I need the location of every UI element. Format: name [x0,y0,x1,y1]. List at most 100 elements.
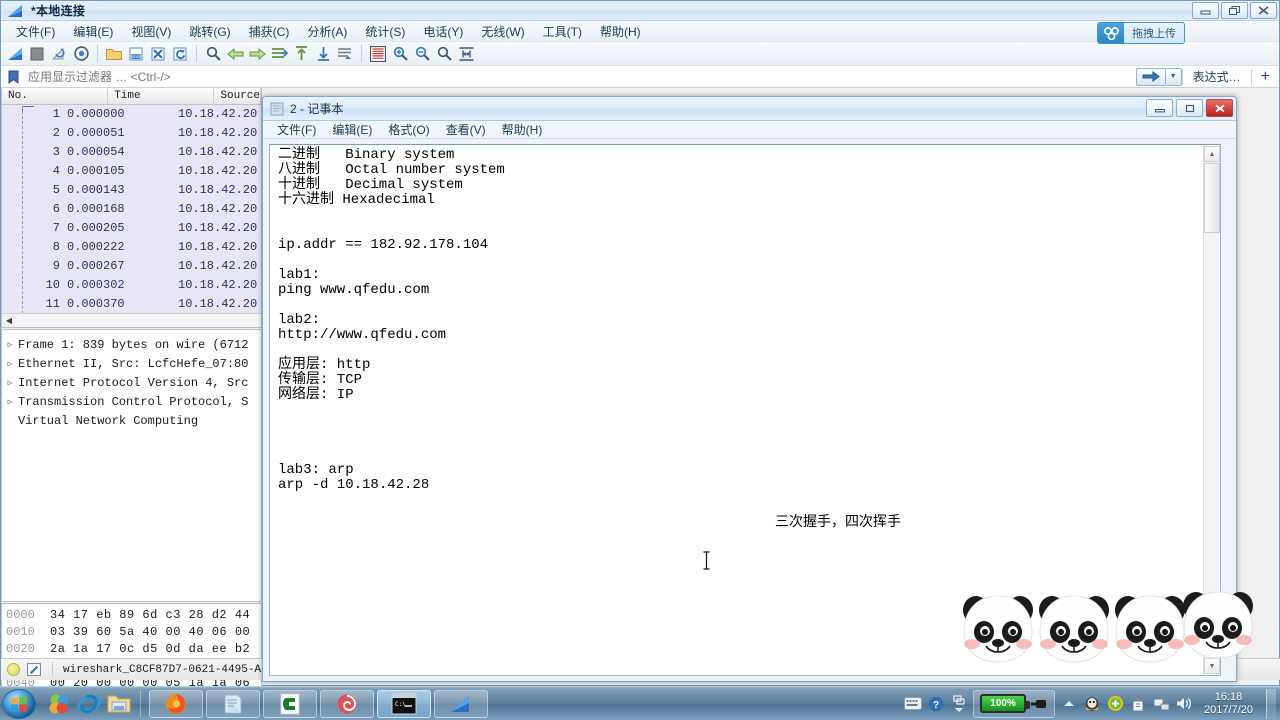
packet-detail-pane[interactable]: ▷ Frame 1: 839 bytes on wire (6712 ▷ Eth… [1,329,262,602]
table-row[interactable]: 10 0.000302 10.18.42.20 [2,276,261,295]
wireshark-filter-bar[interactable]: ▼ 表达式… + [1,66,1279,88]
auto-scroll-icon[interactable] [335,44,355,64]
taskbar-editor[interactable] [263,689,317,718]
wireshark-minimize-button[interactable] [1192,2,1219,19]
menu-statistics[interactable]: 统计(S) [356,21,414,42]
detail-tree-item[interactable]: ▷ Transmission Control Protocol, S [2,393,261,412]
filter-add-button[interactable]: + [1252,68,1279,85]
help-icon[interactable]: ? [927,695,945,713]
notepad-menubar[interactable]: 文件(F) 编辑(E) 格式(O) 查看(V) 帮助(H) [263,121,1236,139]
input-method-icon[interactable] [904,695,923,713]
show-desktop-button[interactable] [1266,688,1276,719]
taskbar-wireshark[interactable] [434,689,488,718]
menu-wireless[interactable]: 无线(W) [472,21,533,42]
filter-expression-button[interactable]: 表达式… [1183,68,1251,85]
zoom-in-icon[interactable] [390,44,410,64]
detail-tree-item[interactable]: ▷ Internet Protocol Version 4, Src [2,374,261,393]
quick-launch-bar[interactable] [46,691,132,717]
table-row[interactable]: 6 0.000168 10.18.42.20 [2,200,261,219]
expand-caret-icon[interactable]: ▷ [2,355,18,374]
scroll-left-icon[interactable]: ◀ [2,314,16,327]
menu-file[interactable]: 文件(F) [7,21,64,42]
show-desktop-icon[interactable] [46,691,72,717]
filter-apply-arrow-icon[interactable] [1135,67,1166,86]
internet-explorer-icon[interactable] [76,691,102,717]
table-row[interactable]: 7 0.000205 10.18.42.20 [2,219,261,238]
save-file-icon[interactable]: 010 [126,44,146,64]
volume-icon[interactable] [1175,695,1193,713]
go-first-packet-icon[interactable] [291,44,311,64]
scrollbar-thumb[interactable] [1204,163,1220,233]
start-capture-icon[interactable] [5,44,25,64]
wireshark-close-button[interactable] [1250,2,1277,19]
wireshark-toolbar[interactable]: 010 [1,42,1279,66]
menu-analyze[interactable]: 分析(A) [298,21,356,42]
battery-indicator[interactable]: 100% [973,689,1056,718]
table-row[interactable]: 5 0.000143 10.18.42.20 [2,181,261,200]
taskbar-terminal[interactable]: C:\ [377,689,431,718]
stop-capture-icon[interactable] [27,44,47,64]
show-hidden-icons-icon[interactable] [950,694,968,713]
file-explorer-icon[interactable] [106,691,132,717]
taskbar-media[interactable] [320,689,374,718]
capture-options-icon[interactable] [71,44,91,64]
close-file-icon[interactable] [148,44,168,64]
notepad-menu-help[interactable]: 帮助(H) [494,120,551,139]
go-last-packet-icon[interactable] [313,44,333,64]
go-to-packet-icon[interactable] [269,44,289,64]
table-row[interactable]: 11 0.000370 10.18.42.20 [2,295,261,314]
table-row[interactable]: 2 0.000051 10.18.42.20 [2,124,261,143]
notepad-menu-edit[interactable]: 编辑(E) [324,120,380,139]
menu-view[interactable]: 视图(V) [122,21,180,42]
network-icon[interactable] [1152,695,1170,713]
tray-expand-chevron-icon[interactable] [1060,695,1078,713]
reload-file-icon[interactable] [170,44,190,64]
notepad-menu-file[interactable]: 文件(F) [269,120,324,139]
notepad-titlebar[interactable]: 2 - 记事本 [263,97,1236,121]
expand-caret-icon[interactable]: ▷ [2,336,18,355]
notepad-minimize-button[interactable] [1146,99,1173,117]
table-row[interactable]: 3 0.000054 10.18.42.20 [2,143,261,162]
scroll-up-icon[interactable]: ▲ [1204,146,1220,162]
notepad-maximize-button[interactable] [1176,99,1203,117]
packet-list-pane[interactable]: No. Time Source 1 0.000000 10.18.42.20 2… [1,88,262,328]
taskbar-clock[interactable]: 16:18 2017/7/20 [1198,691,1261,717]
menu-tools[interactable]: 工具(T) [534,21,591,42]
table-row[interactable]: 8 0.000222 10.18.42.20 [2,238,261,257]
expand-caret-icon[interactable]: ▷ [2,393,18,412]
green-plus-icon[interactable] [1106,695,1124,713]
wireshark-titlebar[interactable]: *本地连接 [1,1,1279,21]
table-row[interactable]: 9 0.000267 10.18.42.20 [2,257,261,276]
packet-comment-icon[interactable] [26,663,42,677]
notepad-window-controls[interactable] [1146,99,1233,117]
notepad-close-button[interactable] [1206,99,1233,117]
colorize-icon[interactable] [368,44,388,64]
find-packet-icon[interactable] [203,44,223,64]
restart-capture-icon[interactable] [49,44,69,64]
filter-input[interactable] [22,66,1136,87]
expand-caret-icon[interactable]: ▷ [2,374,18,393]
scrollbar-track[interactable] [16,314,261,327]
detail-tree-item[interactable]: ▷ Ethernet II, Src: LcfcHefe_07:80 [2,355,261,374]
zoom-out-icon[interactable] [412,44,432,64]
wireshark-window-controls[interactable] [1192,2,1277,19]
taskbar-task-buttons[interactable]: C:\ [149,689,488,718]
menu-edit[interactable]: 编辑(E) [64,21,122,42]
qq-icon[interactable] [1083,695,1101,713]
filter-history-chevron-down-icon[interactable]: ▼ [1165,67,1182,86]
detail-tree-item[interactable]: ▷ Frame 1: 839 bytes on wire (6712 [2,336,261,355]
menu-telephony[interactable]: 电话(Y) [414,21,472,42]
menu-capture[interactable]: 捕获(C) [240,21,299,42]
go-forward-icon[interactable] [247,44,267,64]
detail-tree-item[interactable]: Virtual Network Computing [2,412,261,431]
baidu-upload-button[interactable]: 拖拽上传 [1097,22,1185,44]
go-back-icon[interactable] [225,44,245,64]
start-button[interactable] [2,688,36,719]
packet-list-horizontal-scrollbar[interactable]: ◀ [2,313,261,327]
capture-ready-icon[interactable] [7,663,20,676]
column-header-source[interactable]: Source [214,88,261,104]
notepad-menu-view[interactable]: 查看(V) [438,120,494,139]
table-row[interactable]: 4 0.000105 10.18.42.20 [2,162,261,181]
zoom-reset-icon[interactable] [434,44,454,64]
wireshark-menubar[interactable]: 文件(F) 编辑(E) 视图(V) 跳转(G) 捕获(C) 分析(A) 统计(S… [1,21,1279,44]
